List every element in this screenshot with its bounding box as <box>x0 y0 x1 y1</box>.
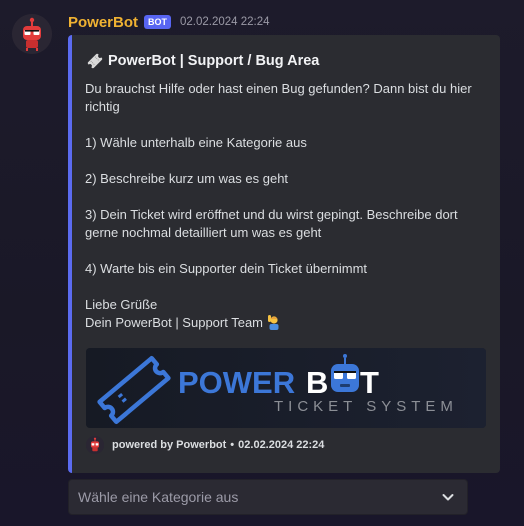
embed: PowerBot | Support / Bug Area Du brauchs… <box>68 35 500 473</box>
banner-word-power: POWER <box>178 365 295 400</box>
category-select-placeholder: Wähle eine Kategorie aus <box>78 489 239 505</box>
banner-subtitle: TICKET SYSTEM <box>274 398 458 415</box>
chevron-down-icon[interactable] <box>441 490 455 504</box>
embed-description: Du brauchst Hilfe oder hast einen Bug ge… <box>85 80 490 332</box>
ticket-system-banner[interactable]: POWER B T TICKET SYSTEM <box>86 348 486 428</box>
username[interactable]: PowerBot <box>68 14 138 31</box>
embed-footer: powered by Powerbot • 02.02.2024 22:24 <box>86 436 324 454</box>
embed-title: PowerBot | Support / Bug Area <box>86 52 319 70</box>
bot-tag: BOT <box>144 15 172 29</box>
bot-avatar[interactable] <box>12 14 52 54</box>
embed-description-text: Du brauchst Hilfe oder hast einen Bug ge… <box>85 81 472 330</box>
footer-timestamp: 02.02.2024 22:24 <box>238 439 325 451</box>
ticket-icon <box>87 53 103 69</box>
message-timestamp: 02.02.2024 22:24 <box>180 16 270 28</box>
footer-text: powered by Powerbot <box>112 439 227 451</box>
embed-title-text: PowerBot | Support / Bug Area <box>108 53 320 69</box>
banner-word-t: T <box>360 365 379 400</box>
footer-bot-icon <box>86 436 104 454</box>
message-header: PowerBot BOT 02.02.2024 22:24 <box>68 12 270 32</box>
person-raising-hand-icon <box>268 315 279 330</box>
category-select[interactable]: Wähle eine Kategorie aus <box>68 479 468 515</box>
bot-message: PowerBot BOT 02.02.2024 22:24 PowerBot |… <box>0 0 524 526</box>
footer-separator: • <box>230 439 235 451</box>
banner-word-b: B <box>306 365 328 400</box>
